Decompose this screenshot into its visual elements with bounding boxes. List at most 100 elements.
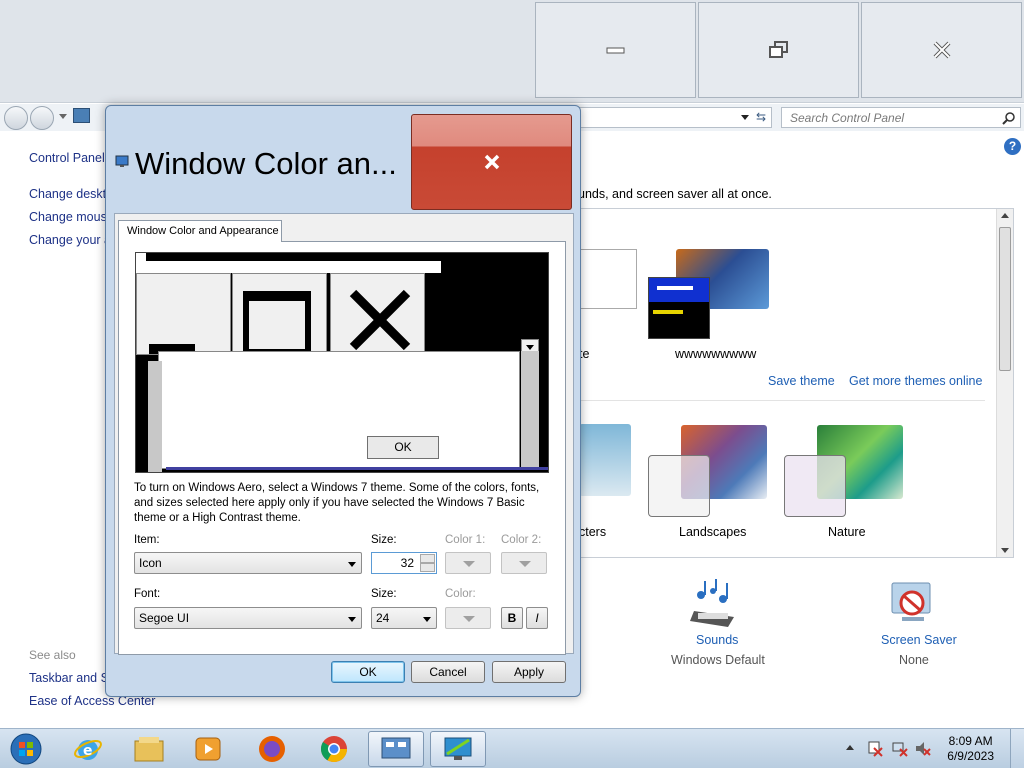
chevron-down-icon	[463, 561, 475, 567]
taskbar: e 8:09 AM 6/9/2023	[0, 728, 1024, 768]
color1-label: Color 1:	[445, 534, 486, 546]
minimize-button[interactable]	[535, 2, 696, 98]
unsaved-theme-label: wwwwwwwww	[675, 347, 757, 361]
screen-saver-icon[interactable]	[888, 577, 940, 629]
unsaved-theme-thumbnail[interactable]	[648, 249, 769, 339]
restore-icon	[768, 41, 788, 58]
sidebar-link-desktop[interactable]: Change deskto	[29, 187, 113, 201]
item-dropdown[interactable]: Icon	[134, 552, 362, 574]
themes-scrollbar[interactable]	[996, 209, 1013, 557]
sounds-icon[interactable]	[688, 577, 740, 629]
landscapes-theme-label: Landscapes	[679, 525, 747, 539]
chevron-down-icon	[463, 616, 475, 622]
sounds-value: Windows Default	[671, 653, 765, 667]
sidebar-title[interactable]: Control Panel	[29, 151, 105, 165]
cancel-button[interactable]: Cancel	[411, 661, 485, 683]
aero-description: To turn on Windows Aero, select a Window…	[134, 482, 540, 524]
address-box[interactable]: ⇆	[576, 107, 772, 128]
dialog-close-button[interactable]	[411, 114, 572, 210]
characters-theme-thumbnail[interactable]	[579, 424, 631, 496]
system-clock[interactable]: 8:09 AM 6/9/2023	[947, 734, 994, 764]
control-panel-taskbar-icon[interactable]	[368, 731, 424, 767]
font-size-value: 24	[376, 611, 390, 625]
save-theme-link[interactable]: Save theme	[768, 374, 835, 388]
bold-button[interactable]: B	[501, 607, 523, 629]
clock-time: 8:09 AM	[948, 734, 993, 748]
chevron-down-icon	[519, 561, 531, 567]
font-dropdown[interactable]: Segoe UI	[134, 607, 362, 629]
back-button[interactable]	[4, 106, 28, 130]
display-icon	[115, 155, 129, 167]
italic-button[interactable]: I	[526, 607, 548, 629]
chevron-down-icon	[348, 562, 356, 567]
chevron-down-icon	[348, 617, 356, 622]
chevron-down-icon	[423, 617, 431, 622]
media-player-icon[interactable]	[180, 731, 236, 767]
theme-thumbnail-partial[interactable]	[579, 249, 637, 309]
chrome-icon[interactable]	[306, 731, 362, 767]
svg-text:e: e	[83, 743, 93, 759]
minimize-icon	[606, 47, 624, 54]
font-color-picker[interactable]	[445, 607, 491, 629]
preview-ok-button: OK	[367, 436, 439, 459]
preview-message-box: OK	[158, 351, 520, 469]
tab-window-color-appearance[interactable]: Window Color and Appearance	[118, 220, 282, 242]
nature-selection-tile	[784, 455, 846, 517]
font-size-label: Size:	[371, 588, 397, 600]
close-icon	[484, 154, 499, 170]
appearance-preview[interactable]: OK	[135, 252, 549, 473]
sidebar-link-mouse[interactable]: Change mous	[29, 210, 107, 224]
item-size-spinner[interactable]: 32	[371, 552, 437, 574]
screen-saver-value: None	[899, 653, 929, 667]
nature-theme-label: Nature	[828, 525, 866, 539]
sidebar-link-account[interactable]: Change your a	[29, 233, 111, 247]
font-color-label: Color:	[445, 588, 476, 600]
preview-close-icon	[330, 273, 425, 355]
volume-icon[interactable]	[915, 741, 931, 757]
item-label: Item:	[134, 534, 160, 546]
preview-maximize-icon	[232, 273, 327, 355]
dialog-title: Window Color an...	[135, 146, 397, 181]
forward-button[interactable]	[30, 106, 54, 130]
intro-text: unds, and screen saver all at once.	[578, 187, 772, 201]
characters-theme-label: cters	[579, 525, 607, 539]
sounds-link[interactable]: Sounds	[696, 633, 738, 647]
search-input[interactable]: Search Control Panel	[781, 107, 1021, 128]
close-icon	[933, 41, 950, 59]
item-value: Icon	[139, 556, 162, 570]
apply-button[interactable]: Apply	[492, 661, 566, 683]
color2-picker[interactable]	[501, 552, 547, 574]
address-dropdown-icon[interactable]	[741, 115, 749, 120]
color2-label: Color 2:	[501, 534, 542, 546]
help-icon[interactable]: ?	[1004, 138, 1021, 155]
ok-button[interactable]: OK	[331, 661, 405, 683]
scrollbar-thumb[interactable]	[999, 227, 1011, 371]
spin-up-button[interactable]	[420, 554, 435, 563]
font-value: Segoe UI	[139, 611, 190, 625]
search-placeholder: Search Control Panel	[790, 111, 905, 125]
see-also-taskbar[interactable]: Taskbar and St	[29, 671, 112, 685]
see-also-label: See also	[29, 648, 76, 662]
recent-pages-icon[interactable]	[59, 114, 67, 119]
screen-saver-link[interactable]: Screen Saver	[881, 633, 957, 647]
display-settings-taskbar-icon[interactable]	[430, 731, 486, 767]
file-explorer-icon[interactable]	[121, 731, 177, 767]
clock-date: 6/9/2023	[947, 749, 994, 763]
close-button[interactable]	[861, 2, 1022, 98]
color1-picker[interactable]	[445, 552, 491, 574]
refresh-icon[interactable]: ⇆	[753, 110, 769, 125]
network-icon[interactable]	[892, 741, 908, 757]
search-icon[interactable]	[1002, 111, 1016, 125]
restore-button[interactable]	[698, 2, 859, 98]
font-size-dropdown[interactable]: 24	[371, 607, 437, 629]
action-center-icon[interactable]	[867, 741, 883, 757]
spin-down-button[interactable]	[420, 563, 435, 572]
get-more-themes-link[interactable]: Get more themes online	[849, 374, 982, 388]
internet-explorer-icon[interactable]: e	[60, 731, 116, 767]
themes-list: te wwwwwwwww Save theme Get more themes …	[578, 208, 1014, 558]
show-desktop-button[interactable]	[1010, 729, 1024, 768]
firefox-icon[interactable]	[244, 731, 300, 767]
show-hidden-icons[interactable]	[846, 745, 854, 750]
start-orb[interactable]	[0, 731, 52, 767]
control-panel-icon	[73, 108, 90, 123]
